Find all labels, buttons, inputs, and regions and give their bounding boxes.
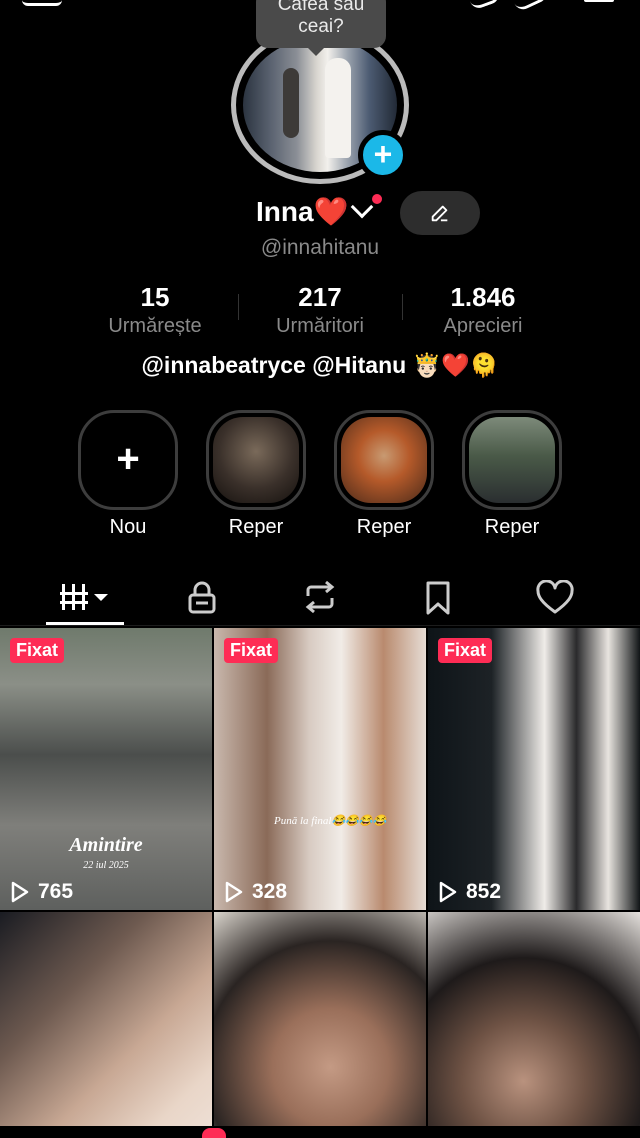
video-caption: Amintire [69,834,143,856]
play-icon [225,881,243,903]
tab-videos[interactable] [46,572,126,626]
highlight-item[interactable]: Reper [462,410,562,539]
highlight-label: Reper [228,516,284,538]
view-count: 765 [10,880,73,904]
profile-tabs [0,572,640,626]
bookmark-icon [426,581,450,615]
tab-private[interactable] [162,572,242,626]
profile-bio[interactable]: @innabeatryce @Hitanu 🤴🏻❤️🫠 [0,352,640,379]
video-tile[interactable] [0,912,212,1138]
highlights-row: + Nou Reper Reper Reper [0,410,640,550]
view-count-value: 852 [466,880,502,903]
pinned-badge: Fixat [224,638,279,663]
handle-text: @innahitanu [260,236,380,259]
avatar-figure [325,58,351,158]
pencil-icon [431,205,448,222]
tab-saved[interactable] [398,572,478,626]
highlight-new[interactable]: + Nou [78,410,178,539]
profile-handle: @innahitanu [0,236,640,260]
repost-icon [305,580,335,614]
video-tile[interactable]: Fixat Amintire 22 iul 2025 765 [0,628,212,910]
edit-profile-button[interactable] [400,191,480,235]
active-tab-indicator [46,622,124,625]
stat-following[interactable]: 15 Urmărește [80,282,230,338]
story-note-tail [306,46,326,56]
tab-reposts[interactable] [280,572,360,626]
highlight-label: Reper [356,516,412,538]
avatar-figure-bg [283,68,299,138]
inbox-badge [202,1128,226,1138]
divider [402,294,403,320]
footprint-icon[interactable] [512,0,550,13]
highlight-thumbnail [213,417,299,503]
highlight-label: Reper [484,516,540,538]
add-story-plus-icon[interactable]: + [358,130,408,180]
stat-followers[interactable]: 217 Urmăritori [245,282,395,338]
back-icon[interactable] [22,0,62,6]
stat-value: 15 [140,282,170,312]
stat-likes[interactable]: 1.846 Aprecieri [408,282,558,338]
video-tile[interactable] [428,912,640,1138]
lock-icon [188,581,216,614]
divider [238,294,239,320]
video-tile[interactable] [214,912,426,1138]
highlight-ring [206,410,306,510]
view-count-value: 765 [38,880,74,903]
video-caption-date: 22 iul 2025 [83,860,129,871]
view-count-value: 328 [252,880,288,903]
highlight-item[interactable]: Reper [206,410,306,539]
play-icon [439,881,457,903]
pinned-badge: Fixat [438,638,493,663]
stat-label: Aprecieri [443,315,523,337]
tab-liked[interactable] [514,572,594,626]
menu-icon[interactable] [584,0,614,2]
plus-icon: + [78,410,178,510]
highlight-item[interactable]: Reper [334,410,434,539]
videos-grid-icon [60,584,108,610]
highlight-ring [334,410,434,510]
stat-value: 217 [298,282,342,312]
video-tile[interactable]: Fixat 852 [428,628,640,910]
play-icon [11,881,29,903]
heart-icon [536,580,574,614]
notification-dot [372,194,382,204]
video-caption: Pună la final😂😂😂😂 [274,815,387,827]
chevron-down-icon[interactable] [350,195,374,219]
view-count: 852 [438,880,501,904]
story-note-bubble[interactable]: Cafea sau ceai? [256,0,386,48]
highlight-ring [462,410,562,510]
video-grid: Fixat Amintire 22 iul 2025 765 Fixat Pun… [0,628,640,1138]
name-row: Inna❤️ [0,191,640,235]
stat-value: 1.846 [450,282,516,312]
bottom-nav-edge [0,1126,640,1138]
highlight-thumbnail [469,417,555,503]
profile-name[interactable]: Inna❤️ [256,195,348,228]
stat-label: Urmăritori [276,315,364,337]
highlight-label: Nou [109,516,147,538]
stat-label: Urmărește [108,315,202,337]
activity-icon[interactable] [468,0,502,11]
video-tile[interactable]: Fixat Pună la final😂😂😂😂 328 [214,628,426,910]
view-count: 328 [224,880,287,904]
highlight-thumbnail [341,417,427,503]
stats-row: 15 Urmărește 217 Urmăritori 1.846 Apreci… [0,282,640,342]
pinned-badge: Fixat [10,638,65,663]
